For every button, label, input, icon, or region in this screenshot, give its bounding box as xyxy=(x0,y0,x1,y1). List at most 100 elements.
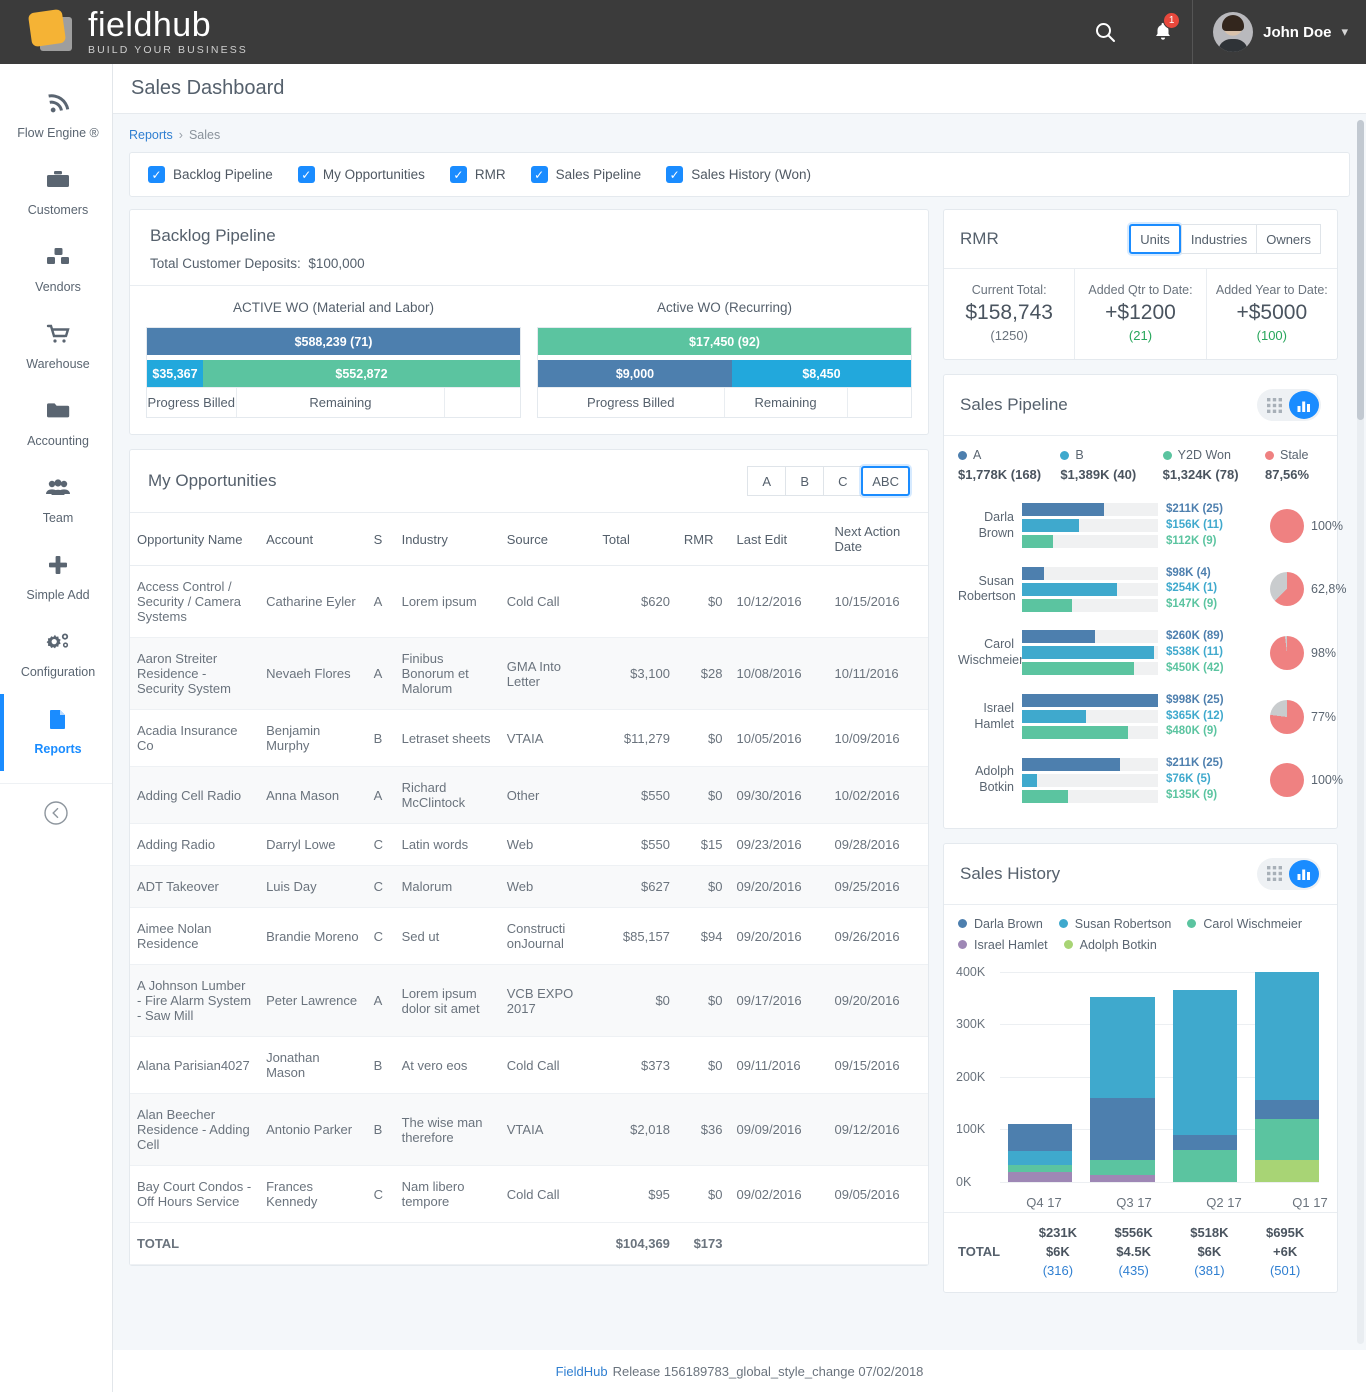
table-row[interactable]: Bay Court Condos - Off Hours Service Fra… xyxy=(130,1166,928,1223)
table-row[interactable]: Adding Cell Radio Anna Mason A Richard M… xyxy=(130,767,928,824)
sidebar-item-accounting[interactable]: Accounting xyxy=(0,386,112,463)
y-axis-tick: 400K xyxy=(956,965,985,979)
legend-value: $1,778K (168) xyxy=(958,467,1054,482)
filter-sales-history[interactable]: ✓ Sales History (Won) xyxy=(666,166,811,183)
grid-view-icon[interactable] xyxy=(1259,860,1289,888)
sidebar-item-vendors[interactable]: Vendors xyxy=(0,232,112,309)
table-row[interactable]: Alana Parisian4027 Jonathan Mason B At v… xyxy=(130,1037,928,1094)
pipeline-value-won: $450K (42) xyxy=(1166,661,1262,677)
grade-filter-c[interactable]: C xyxy=(823,466,861,496)
deposits-value: $100,000 xyxy=(308,256,364,271)
pipeline-value-a: $998K (25) xyxy=(1166,693,1262,709)
pipeline-values: $98K (4) $254K (1) $147K (9) xyxy=(1166,566,1262,614)
table-row[interactable]: ADT Takeover Luis Day C Malorum Web $627… xyxy=(130,866,928,908)
app-logo[interactable]: fieldhub BUILD YOUR BUSINESS xyxy=(30,8,248,56)
column-industry[interactable]: Industry xyxy=(395,513,500,566)
legend-label: Stale xyxy=(1280,448,1309,462)
pipeline-row[interactable]: Darla Brown $211K (25) $156K (11) $112 xyxy=(958,494,1323,558)
filter-sales-pipeline[interactable]: ✓ Sales Pipeline xyxy=(531,166,642,183)
footer-link-fieldhub[interactable]: FieldHub xyxy=(556,1364,608,1379)
cell-rmr: $0 xyxy=(677,965,730,1037)
pipeline-row[interactable]: Adolph Botkin $211K (25) $76K (5) $135 xyxy=(958,748,1323,812)
user-menu[interactable]: John Doe ▾ xyxy=(1192,0,1366,64)
cell-industry: Latin words xyxy=(395,824,500,866)
search-icon[interactable] xyxy=(1076,0,1134,64)
column-rmr[interactable]: RMR xyxy=(677,513,730,566)
rmr-cell-label: Added Year to Date: xyxy=(1211,283,1333,297)
cell-account: Anna Mason xyxy=(259,767,367,824)
cell-s: A xyxy=(367,767,395,824)
avatar xyxy=(1213,12,1253,52)
grade-filter-abc[interactable]: ABC xyxy=(861,466,910,496)
vertical-scrollbar[interactable] xyxy=(1357,120,1364,1344)
cell-account: Brandie Moreno xyxy=(259,908,367,965)
boxes-icon xyxy=(8,245,108,271)
cell-opportunity-name: Access Control / Security / Camera Syste… xyxy=(130,566,259,638)
pipeline-row[interactable]: Israel Hamlet $998K (25) $365K (12) $4 xyxy=(958,685,1323,749)
sidebar-collapse-button[interactable] xyxy=(0,783,112,831)
legend-label: Carol Wischmeier xyxy=(1203,917,1302,931)
filter-rmr[interactable]: ✓ RMR xyxy=(450,166,506,183)
grade-filter-a[interactable]: A xyxy=(747,466,785,496)
rmr-tab-owners[interactable]: Owners xyxy=(1256,224,1321,254)
cell-next-action-date: 10/02/2016 xyxy=(828,767,929,824)
deposits-label: Total Customer Deposits: xyxy=(150,256,301,271)
cell-opportunity-name: Bay Court Condos - Off Hours Service xyxy=(130,1166,259,1223)
pipeline-row[interactable]: Carol Wischmeier $260K (89) $538K (11) xyxy=(958,621,1323,685)
bar-column[interactable] xyxy=(1008,972,1072,1182)
bar-chart-icon[interactable] xyxy=(1289,860,1319,888)
bar-chart-icon[interactable] xyxy=(1289,391,1319,419)
bar-column[interactable] xyxy=(1255,972,1319,1182)
table-row[interactable]: Aimee Nolan Residence Brandie Moreno C S… xyxy=(130,908,928,965)
breadcrumb-link-reports[interactable]: Reports xyxy=(129,128,173,142)
panel-sales-pipeline: Sales Pipeline xyxy=(943,374,1338,829)
column-s[interactable]: S xyxy=(367,513,395,566)
stale-percent: 77% xyxy=(1311,710,1336,724)
backlog-block-material-labor: ACTIVE WO (Material and Labor) $588,239 … xyxy=(146,300,521,418)
cell-s: A xyxy=(367,965,395,1037)
sidebar-item-reports[interactable]: Reports xyxy=(0,694,112,771)
stale-percent: 62,8% xyxy=(1311,582,1346,596)
filter-label: My Opportunities xyxy=(323,167,425,182)
table-row[interactable]: Aaron Streiter Residence - Security Syst… xyxy=(130,638,928,710)
pipeline-row[interactable]: Susan Robertson $98K (4) $254K (1) $14 xyxy=(958,558,1323,622)
column-total[interactable]: Total xyxy=(595,513,677,566)
table-row[interactable]: Access Control / Security / Camera Syste… xyxy=(130,566,928,638)
cell-total: $373 xyxy=(595,1037,677,1094)
sidebar-item-team[interactable]: Team xyxy=(0,463,112,540)
filter-backlog-pipeline[interactable]: ✓ Backlog Pipeline xyxy=(148,166,273,183)
column-account[interactable]: Account xyxy=(259,513,367,566)
sidebar-item-customers[interactable]: Customers xyxy=(0,155,112,232)
rmr-tab-units[interactable]: Units xyxy=(1129,224,1181,254)
table-row[interactable]: A Johnson Lumber - Fire Alarm System - S… xyxy=(130,965,928,1037)
sidebar-item-warehouse[interactable]: Warehouse xyxy=(0,309,112,386)
grade-filter-b[interactable]: B xyxy=(785,466,823,496)
grid-view-icon[interactable] xyxy=(1259,391,1289,419)
rss-icon xyxy=(8,91,108,117)
cell-total: $11,279 xyxy=(595,710,677,767)
column-last-edit[interactable]: Last Edit xyxy=(730,513,828,566)
rmr-tab-industries[interactable]: Industries xyxy=(1181,224,1256,254)
sidebar-item-configuration[interactable]: Configuration xyxy=(0,617,112,694)
cell-s: A xyxy=(367,566,395,638)
cell-s: B xyxy=(367,1094,395,1166)
column-source[interactable]: Source xyxy=(500,513,596,566)
table-row[interactable]: Acadia Insurance Co Benjamin Murphy B Le… xyxy=(130,710,928,767)
bar-column[interactable] xyxy=(1090,972,1154,1182)
bar-column[interactable] xyxy=(1173,972,1237,1182)
sidebar-item-simple-add[interactable]: Simple Add xyxy=(0,540,112,617)
pipeline-value-won: $135K (9) xyxy=(1166,788,1262,804)
filter-my-opportunities[interactable]: ✓ My Opportunities xyxy=(298,166,425,183)
cell-s: C xyxy=(367,866,395,908)
sidebar-item-flow-engine[interactable]: Flow Engine ® xyxy=(0,78,112,155)
notifications-bell-icon[interactable]: 1 xyxy=(1134,0,1192,64)
column-next-action-date[interactable]: Next Action Date xyxy=(828,513,929,566)
legend-item-y2d-won: Y2D Won $1,324K (78) xyxy=(1163,448,1259,482)
rmr-cell-value: $158,743 xyxy=(948,301,1070,325)
table-row[interactable]: Adding Radio Darryl Lowe C Latin words W… xyxy=(130,824,928,866)
table-row[interactable]: Alan Beecher Residence - Adding Cell Ant… xyxy=(130,1094,928,1166)
cell-next-action-date: 09/05/2016 xyxy=(828,1166,929,1223)
cell-opportunity-name: A Johnson Lumber - Fire Alarm System - S… xyxy=(130,965,259,1037)
column-opportunity-name[interactable]: Opportunity Name xyxy=(130,513,259,566)
sales-pipeline-title: Sales Pipeline xyxy=(960,395,1068,415)
